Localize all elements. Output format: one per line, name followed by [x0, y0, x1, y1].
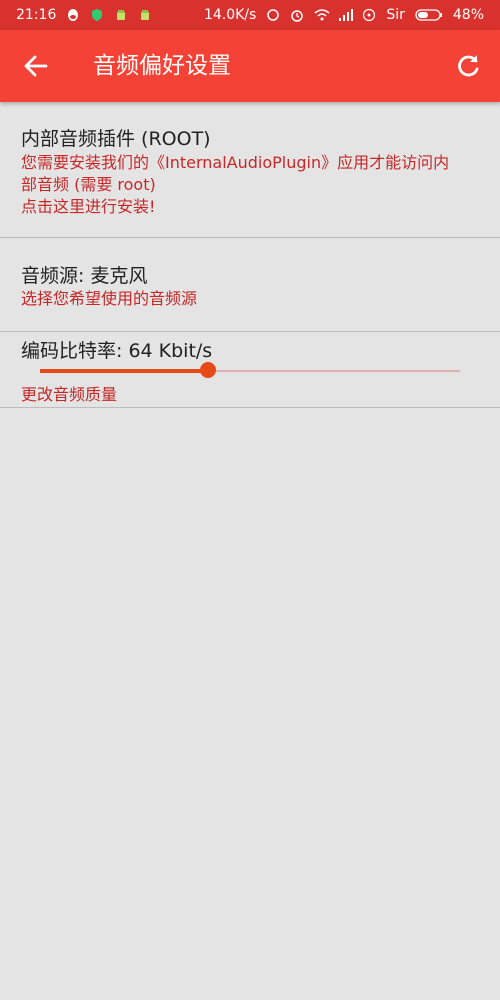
- arrow-left-icon: [24, 55, 48, 77]
- divider: [0, 407, 500, 408]
- bitrate-slider-fill: [40, 369, 208, 373]
- summary-line: 您需要安装我们的《InternalAudioPlugin》应用才能访问内: [21, 153, 450, 172]
- pref-title: 内部音频插件 (ROOT): [21, 128, 211, 150]
- pref-summary: 更改音频质量: [21, 385, 118, 404]
- app-toolbar: 音频偏好设置: [0, 30, 500, 102]
- back-button[interactable]: [22, 52, 50, 80]
- wifi-icon: [314, 8, 330, 22]
- refresh-button[interactable]: [454, 52, 482, 80]
- status-bar: 21:16 14.0K/s Sir 48%: [0, 0, 500, 30]
- carrier-label: Sir: [386, 7, 405, 23]
- status-time: 21:16: [16, 7, 57, 23]
- android-icon: [114, 8, 128, 22]
- qq-icon: [66, 8, 80, 22]
- net-speed: 14.0K/s: [203, 7, 257, 23]
- status-right: 14.0K/s Sir 48%: [204, 0, 484, 30]
- bitrate-slider-thumb[interactable]: [200, 362, 216, 378]
- clock-icon: [290, 8, 304, 22]
- pref-summary: 选择您希望使用的音频源: [21, 289, 198, 308]
- pref-title: 音频源: 麦克风: [21, 265, 148, 287]
- alarm-icon: [266, 8, 280, 22]
- refresh-icon: [458, 55, 479, 77]
- pref-summary: 您需要安装我们的《InternalAudioPlugin》应用才能访问内 部音频…: [21, 152, 481, 218]
- shield-icon: [90, 8, 104, 22]
- battery-icon: [415, 8, 443, 22]
- summary-line: 部音频 (需要 root): [21, 175, 156, 194]
- signal-icon: [338, 8, 354, 22]
- android-icon: [138, 8, 152, 22]
- pref-audio-source[interactable]: 音频源: 麦克风 选择您希望使用的音频源: [0, 238, 500, 331]
- page-title: 音频偏好设置: [93, 53, 231, 79]
- pref-title: 编码比特率: 64 Kbit/s: [21, 340, 213, 362]
- status-left: 21:16: [16, 0, 152, 30]
- pref-internal-plugin[interactable]: 内部音频插件 (ROOT) 您需要安装我们的《InternalAudioPlug…: [0, 102, 500, 238]
- battery-percent: 48%: [452, 7, 484, 23]
- radiation-icon: [362, 8, 376, 22]
- summary-line: 点击这里进行安装!: [21, 197, 156, 216]
